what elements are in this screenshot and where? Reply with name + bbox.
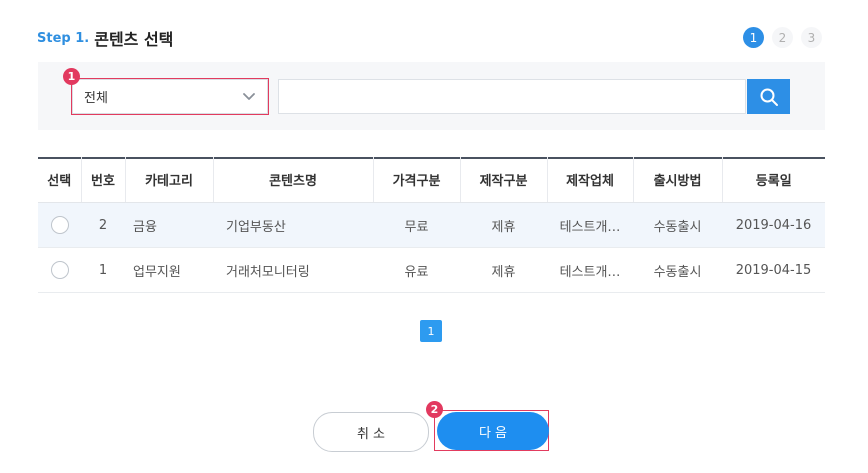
page-button-current[interactable]: 1 [420,320,442,342]
step-1: 1 [743,27,764,48]
row-radio-cell[interactable] [38,202,81,248]
row-reg-date: 2019-04-16 [722,202,825,248]
row-content-name: 기업부동산 [213,202,373,248]
annotation-marker-2: 2 [426,401,443,418]
row-price-type: 유료 [373,247,460,293]
row-radio[interactable] [50,216,69,234]
table-row[interactable]: 1 업무지원 거래처모니터링 유료 제휴 테스트개… 수동출시 2019-04-… [38,247,825,293]
col-select: 선택 [38,157,82,203]
row-radio-cell[interactable] [38,247,81,293]
page-header: Step 1. 콘텐츠 선택 [37,26,173,50]
row-radio[interactable] [50,261,69,279]
step-indicator: 1 2 3 [743,27,822,48]
row-maker: 테스트개… [547,247,633,293]
row-number: 2 [81,202,125,248]
row-category: 금융 [125,202,213,248]
col-content-name: 콘텐츠명 [213,157,374,203]
search-button[interactable] [747,79,790,114]
category-select[interactable]: 전체 [71,78,269,115]
step-2: 2 [772,27,793,48]
col-price-type: 가격구분 [373,157,461,203]
step-label: Step 1. [37,30,90,46]
col-release-method: 출시방법 [633,157,723,203]
annotation-marker-1: 1 [63,68,80,85]
search-icon [760,88,778,106]
step-3: 3 [801,27,822,48]
row-release-method: 수동출시 [633,247,722,293]
row-reg-date: 2019-04-15 [722,247,825,293]
col-category: 카테고리 [125,157,214,203]
table-header-row: 선택 번호 카테고리 콘텐츠명 가격구분 제작구분 제작업체 출시방법 등록일 [38,157,825,203]
col-reg-date: 등록일 [722,157,825,203]
row-release-method: 수동출시 [633,202,722,248]
col-number: 번호 [81,157,126,203]
col-production-type: 제작구분 [460,157,548,203]
next-button[interactable]: 다 음 [437,412,549,450]
chevron-down-icon [243,93,255,100]
table-row[interactable]: 2 금융 기업부동산 무료 제휴 테스트개… 수동출시 2019-04-16 [38,202,825,248]
row-production-type: 제휴 [460,202,547,248]
content-table: 선택 번호 카테고리 콘텐츠명 가격구분 제작구분 제작업체 출시방법 등록일 … [38,157,825,293]
row-price-type: 무료 [373,202,460,248]
row-maker: 테스트개… [547,202,633,248]
search-panel: 전체 [38,62,825,130]
row-category: 업무지원 [125,247,213,293]
row-content-name: 거래처모니터링 [213,247,373,293]
row-production-type: 제휴 [460,247,547,293]
page-title: 콘텐츠 선택 [94,30,174,49]
cancel-button[interactable]: 취 소 [313,412,429,452]
row-number: 1 [81,247,125,293]
category-select-value: 전체 [84,91,108,106]
col-maker: 제작업체 [547,157,634,203]
search-input[interactable] [278,79,746,114]
